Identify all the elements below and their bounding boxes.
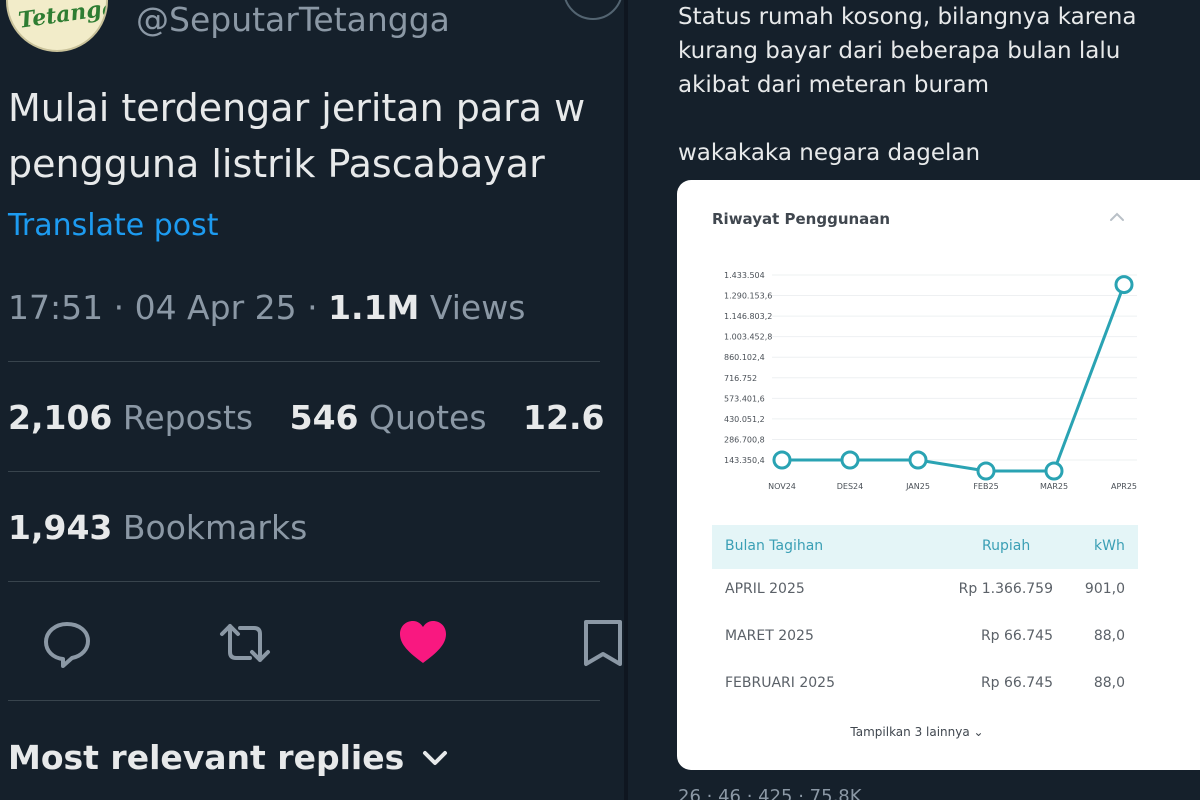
more-options-button[interactable]	[563, 0, 623, 20]
views-count: 1.1M	[328, 288, 420, 327]
reposts-count[interactable]: 2,106	[8, 398, 112, 437]
usage-history-card[interactable]: Riwayat Penggunaan 1.433.504 1.290.153,6 1…	[677, 180, 1200, 770]
data-point[interactable]	[976, 461, 996, 481]
row-month: FEBRUARI 2025	[725, 675, 835, 691]
data-point[interactable]	[1114, 275, 1134, 295]
x-tick-label: NOV24	[768, 482, 796, 491]
data-point[interactable]	[1044, 461, 1064, 481]
repost-icon	[220, 624, 270, 662]
reply-icon	[44, 622, 90, 668]
reply-action-bar[interactable]: 26 · 46 · 425 · 75,8K	[678, 786, 862, 800]
like-button[interactable]	[398, 618, 448, 668]
bookmarks-stat: 1,943 Bookmarks	[8, 508, 333, 547]
bookmark-icon	[584, 620, 622, 666]
divider	[8, 581, 600, 582]
x-tick-label: FEB25	[973, 482, 998, 491]
row-kwh: 88,0	[1093, 628, 1125, 644]
likes-count[interactable]: 12.6	[523, 398, 604, 437]
table-row: FEBRUARI 2025 Rp 66.745 88,0	[712, 663, 1138, 707]
avatar[interactable]: Tetangga	[6, 0, 108, 52]
header-rupiah: Rupiah	[982, 538, 1031, 554]
show-more-label: Tampilkan 3 lainnya	[850, 725, 970, 739]
right-reply-panel: Status rumah kosong, bilangnya karena ku…	[628, 0, 1200, 800]
row-kwh: 901,0	[1084, 581, 1125, 597]
row-rupiah: Rp 1.366.759	[958, 581, 1053, 597]
x-tick-label: APR25	[1111, 482, 1137, 491]
bookmark-button[interactable]	[582, 618, 624, 668]
row-month: MARET 2025	[725, 628, 814, 644]
reposts-label[interactable]: Reposts	[123, 398, 253, 437]
left-post-panel: Tetangga @SeputarTetangga Mulai terdenga…	[0, 0, 624, 800]
views-label: Views	[419, 288, 526, 327]
row-kwh: 88,0	[1093, 675, 1125, 691]
x-tick-label: MAR25	[1040, 482, 1068, 491]
data-point[interactable]	[772, 450, 792, 470]
row-month: APRIL 2025	[725, 581, 805, 597]
action-bar	[0, 600, 624, 690]
y-tick-label: 1.003.452,8	[724, 333, 772, 342]
post-text: Mulai terdengar jeritan para w pengguna …	[8, 80, 602, 190]
replies-sort-dropdown[interactable]: Most relevant replies	[8, 738, 448, 777]
data-point[interactable]	[840, 450, 860, 470]
divider	[8, 361, 600, 362]
table-row: MARET 2025 Rp 66.745 88,0	[712, 616, 1138, 660]
avatar-logo-text: Tetangga	[16, 0, 108, 34]
row-rupiah: Rp 66.745	[980, 628, 1053, 644]
translate-post-link[interactable]: Translate post	[8, 208, 219, 243]
y-tick-label: 1.433.504	[724, 271, 765, 280]
divider	[8, 471, 600, 472]
heart-icon	[400, 621, 446, 663]
engagement-stats: 2,106 Reposts 546 Quotes 12.6	[8, 398, 604, 437]
chevron-down-icon	[422, 745, 448, 775]
y-tick-label: 1.290.153,6	[724, 292, 772, 301]
table-row: APRIL 2025 Rp 1.366.759 901,0	[712, 569, 1138, 613]
y-tick-label: 573.401,6	[724, 394, 765, 403]
reply-text-2: wakakaka negara dagelan	[678, 140, 981, 166]
post-timestamp[interactable]: 17:51 · 04 Apr 25 ·	[8, 288, 328, 327]
x-tick-label: JAN25	[905, 482, 930, 491]
author-handle[interactable]: @SeputarTetangga	[136, 0, 450, 39]
header-month: Bulan Tagihan	[725, 538, 824, 554]
table-header: Bulan Tagihan Rupiah kWh	[712, 525, 1138, 569]
row-rupiah: Rp 66.745	[980, 675, 1053, 691]
show-more-link[interactable]: Tampilkan 3 lainnya ⌄	[677, 725, 1157, 739]
post-text-line-2: pengguna listrik Pascabayar	[8, 142, 545, 186]
bookmarks-label: Bookmarks	[122, 508, 308, 547]
bookmarks-count: 1,943	[8, 508, 113, 547]
y-tick-label: 286.700,8	[724, 435, 765, 444]
quotes-label[interactable]: Quotes	[369, 398, 487, 437]
y-tick-label: 143.350,4	[724, 456, 765, 465]
reply-text: Status rumah kosong, bilangnya karena ku…	[678, 4, 1137, 98]
chevron-up-icon[interactable]	[1109, 210, 1125, 226]
divider	[8, 700, 600, 701]
y-tick-label: 1.146.803,2	[724, 312, 772, 321]
y-tick-label: 716.752	[724, 374, 757, 383]
header-kwh: kWh	[1094, 538, 1125, 554]
usage-line-chart: 1.433.504 1.290.153,6 1.146.803,2 1.003.452…	[724, 271, 1137, 491]
replies-header: Most relevant replies	[8, 738, 405, 777]
y-tick-label: 430.051,2	[724, 415, 765, 424]
quotes-count[interactable]: 546	[290, 398, 359, 437]
card-title: Riwayat Penggunaan	[712, 210, 891, 228]
x-tick-label: DES24	[837, 482, 863, 491]
repost-button[interactable]	[218, 618, 270, 668]
post-text-line-1: Mulai terdengar jeritan para w	[8, 86, 586, 130]
post-meta: 17:51 · 04 Apr 25 · 1.1M Views	[8, 288, 525, 327]
chevron-down-icon: ⌄	[973, 725, 984, 739]
reply-button[interactable]	[42, 618, 92, 668]
y-tick-label: 860.102,4	[724, 353, 765, 362]
data-point[interactable]	[908, 450, 928, 470]
